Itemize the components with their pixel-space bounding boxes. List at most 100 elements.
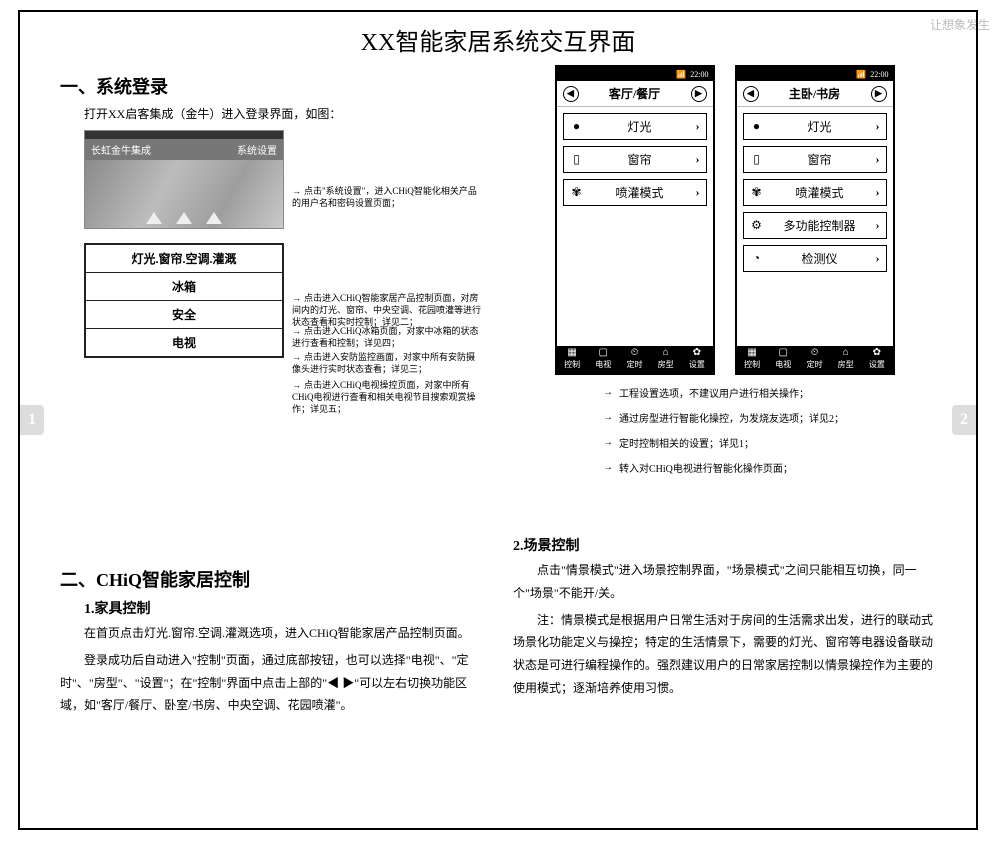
settings-icon: ✿	[873, 348, 881, 358]
control-item-curtain[interactable]: ▯窗帘›	[743, 146, 887, 173]
bottom-nav: ▦控制 ▢电视 ⏲定时 ⌂房型 ✿设置	[557, 346, 713, 373]
prev-page-tab[interactable]: 1	[20, 405, 44, 435]
nav-label: 电视	[595, 359, 611, 370]
section1-heading: 一、系统登录	[60, 73, 483, 99]
page-frame: 1 2 XX智能家居系统交互界面 一、系统登录 打开XX启客集成（金牛）进入登录…	[18, 10, 978, 830]
chevron-right-icon: ›	[876, 251, 880, 266]
tv-icon: ▢	[779, 348, 788, 358]
time-label: 22:00	[870, 70, 888, 79]
control-icon: ▦	[747, 348, 756, 358]
controller-icon: ⚙	[750, 218, 764, 233]
signal-icon: 📶	[676, 70, 686, 79]
login-header-right[interactable]: 系统设置	[237, 142, 277, 157]
annotation-system-settings: 点击"系统设置"，进入CHiQ智能化相关产品的用户名和密码设置页面；	[292, 185, 482, 209]
nav-label: 房型	[658, 359, 674, 370]
prev-room-button[interactable]: ◀	[563, 86, 579, 102]
timer-icon: ⏲	[811, 348, 819, 358]
signal-icon: 📶	[856, 70, 866, 79]
prev-room-button[interactable]: ◀	[743, 86, 759, 102]
nav-label: 电视	[775, 359, 791, 370]
mini-status-bar	[85, 131, 283, 139]
nav-rooms[interactable]: ⌂房型	[658, 348, 674, 370]
nav-control[interactable]: ▦控制	[744, 348, 760, 370]
control-item-spray[interactable]: ✾ 喷灌模式 ›	[563, 179, 707, 206]
chevron-right-icon: ›	[876, 185, 880, 200]
room-title-right: 主卧/书房	[789, 85, 840, 102]
login-header-left: 长虹金牛集成	[91, 142, 151, 157]
phone-bedroom: 📶22:00 ◀ 主卧/书房 ▶ ●灯光› ▯窗帘› ✾喷灌模式› ⚙多功能控制…	[735, 65, 895, 375]
nav-tv[interactable]: ▢电视	[775, 348, 791, 370]
control-item-light[interactable]: ● 灯光 ›	[743, 113, 887, 140]
nav-timer[interactable]: ⏲定时	[626, 348, 642, 370]
chevron-right-icon: ›	[876, 119, 880, 134]
next-room-button[interactable]: ▶	[691, 86, 707, 102]
nav-label: 控制	[564, 359, 580, 370]
control-item-curtain[interactable]: ▯ 窗帘 ›	[563, 146, 707, 173]
control-item-detector[interactable]: ◔检测仪›	[743, 245, 887, 272]
login-banner-image	[85, 160, 283, 228]
phone-living-room: 📶 22:00 ◀ 客厅/餐厅 ▶ ● 灯光 › ▯ 窗帘 › ✾ 喷灌模式 › ▦控制	[555, 65, 715, 375]
section2-para2: 登录成功后自动进入"控制"页面，通过底部按钮，也可以选择"电视"、"定时"、"房…	[60, 649, 483, 717]
login-screenshot: 长虹金牛集成 系统设置	[84, 130, 284, 229]
chevron-right-icon: ›	[876, 218, 880, 233]
main-menu-list: 灯光.窗帘.空调.灌溉 冰箱 安全 电视	[84, 243, 284, 358]
chevron-right-icon: ›	[876, 152, 880, 167]
menu-item-lighting[interactable]: 灯光.窗帘.空调.灌溉	[86, 245, 282, 273]
nav-label: 房型	[838, 359, 854, 370]
section2-para3: 点击"情景模式"进入场景控制界面，"场景模式"之间只能相互切换，同一个"场景"不…	[513, 559, 936, 605]
right-column: 📶22:00 ◀ 客厅/餐厅 ▶ ●灯光› ▯窗帘› ✾喷灌模式› ▦控制	[513, 65, 936, 721]
annotation-rooms: 通过房型进行智能化操控，为发烧友选项；详见2；	[603, 410, 936, 425]
room-title-left: 客厅/餐厅	[609, 85, 660, 102]
control-item-light[interactable]: ●灯光›	[563, 113, 707, 140]
chevron-right-icon: ›	[696, 185, 700, 200]
left-column: 一、系统登录 打开XX启客集成（金牛）进入登录界面，如图： 长虹金牛集成 系统设…	[60, 65, 483, 721]
nav-settings[interactable]: ✿设置	[869, 348, 885, 370]
light-icon: ●	[570, 119, 584, 134]
menu-item-fridge[interactable]: 冰箱	[86, 273, 282, 301]
spray-icon: ✾	[750, 185, 764, 200]
menu-item-security[interactable]: 安全	[86, 301, 282, 329]
timer-icon: ⏲	[631, 348, 639, 358]
status-bar: 📶 22:00	[737, 67, 893, 81]
next-room-button[interactable]: ▶	[871, 86, 887, 102]
section2-sub1: 1.家具控制	[84, 598, 483, 618]
nav-rooms[interactable]: ⌂房型	[838, 348, 854, 370]
item-label: 窗帘	[594, 151, 686, 168]
nav-label: 设置	[869, 359, 885, 370]
nav-label: 定时	[806, 359, 822, 370]
control-item-spray[interactable]: ✾ 喷灌模式 ›	[743, 179, 887, 206]
section1-intro: 打开XX启客集成（金牛）进入登录界面，如图：	[60, 105, 483, 122]
settings-icon: ✿	[693, 348, 701, 358]
item-label: 喷灌模式	[774, 184, 866, 201]
rooms-icon: ⌂	[843, 348, 849, 358]
nav-tv[interactable]: ▢电视	[595, 348, 611, 370]
detector-icon: ◔	[750, 251, 764, 266]
section2-para1: 在首页点击灯光.窗帘.空调.灌溉选项，进入CHiQ智能家居产品控制页面。	[60, 622, 483, 645]
curtain-icon: ▯	[570, 152, 584, 167]
time-label: 22:00	[690, 70, 708, 79]
item-label: 喷灌模式	[594, 184, 686, 201]
phone-screenshots: 📶22:00 ◀ 客厅/餐厅 ▶ ●灯光› ▯窗帘› ✾喷灌模式› ▦控制	[513, 65, 936, 375]
nav-label: 设置	[689, 359, 705, 370]
section2-heading: 二、CHiQ智能家居控制	[60, 566, 483, 592]
item-label: 灯光	[774, 118, 866, 135]
chevron-right-icon: ›	[696, 152, 700, 167]
annotation-tv: 转入对CHiQ电视进行智能化操作页面；	[603, 460, 936, 475]
nav-control[interactable]: ▦控制	[564, 348, 580, 370]
nav-settings[interactable]: ✿设置	[689, 348, 705, 370]
nav-label: 定时	[626, 359, 642, 370]
item-label: 多功能控制器	[774, 217, 866, 234]
next-page-tab[interactable]: 2	[952, 405, 976, 435]
item-label: 灯光	[594, 118, 686, 135]
menu-item-tv[interactable]: 电视	[86, 329, 282, 356]
control-item-multicontroller[interactable]: ⚙ 多功能控制器 ›	[743, 212, 887, 239]
nav-timer[interactable]: ⏲定时	[806, 348, 822, 370]
annotation-tv: 点击进入CHiQ电视操控页面，对家中所有CHiQ电视进行查看和相关电视节目搜索观…	[292, 379, 482, 415]
spray-icon: ✾	[570, 185, 584, 200]
item-label: 窗帘	[774, 151, 866, 168]
annotation-settings: 工程设置选项，不建议用户进行相关操作；	[603, 385, 936, 400]
expand-arrows-icon	[85, 212, 283, 224]
rooms-icon: ⌂	[663, 348, 669, 358]
nav-label: 控制	[744, 359, 760, 370]
light-icon: ●	[750, 119, 764, 134]
